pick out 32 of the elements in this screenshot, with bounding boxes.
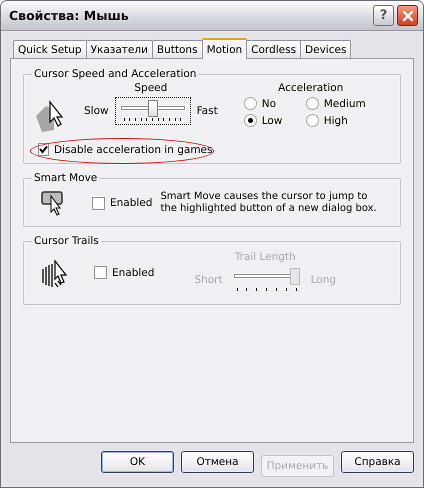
tab[interactable]: Указатели: [86, 40, 153, 58]
dialog-button[interactable]: OK: [101, 451, 174, 473]
speed-slider[interactable]: [114, 97, 191, 125]
radio-option[interactable]: Medium: [306, 97, 378, 110]
dialog-button[interactable]: Справка: [341, 451, 414, 473]
acceleration-label: Acceleration: [278, 82, 344, 94]
radio-option[interactable]: High: [306, 114, 378, 127]
close-button[interactable]: [397, 5, 418, 26]
check-icon: [39, 145, 48, 154]
tab[interactable]: Quick Setup: [13, 40, 87, 58]
help-button[interactable]: ?: [373, 5, 394, 26]
speed-label: Speed: [134, 82, 168, 94]
fast-label: Fast: [196, 105, 218, 117]
short-label: Short: [194, 274, 223, 286]
tab[interactable]: Devices: [300, 40, 352, 58]
group-title: Smart Move: [33, 172, 98, 184]
slow-label: Slow: [84, 105, 109, 117]
long-label: Long: [310, 274, 336, 286]
trail-length-label: Trail Length: [234, 251, 296, 263]
radio-option[interactable]: No: [244, 97, 306, 110]
tab[interactable]: Buttons: [152, 40, 203, 58]
dialog-button[interactable]: Отмена: [181, 451, 254, 473]
group-title: Cursor Speed and Acceleration: [33, 68, 198, 80]
slider-thumb[interactable]: [148, 100, 158, 117]
smart-move-checkbox[interactable]: Enabled: [92, 196, 152, 210]
tab[interactable]: Cordless: [246, 40, 302, 58]
group-title: Cursor Trails: [33, 235, 100, 247]
window-title: Свойства: Мышь: [9, 8, 130, 23]
description-text: Smart Move causes the cursor to jump to the highlighted button of a new dialog box.: [160, 191, 378, 215]
close-icon: [402, 10, 414, 22]
tab[interactable]: Motion: [202, 38, 248, 59]
radio-option[interactable]: Low: [244, 114, 306, 127]
